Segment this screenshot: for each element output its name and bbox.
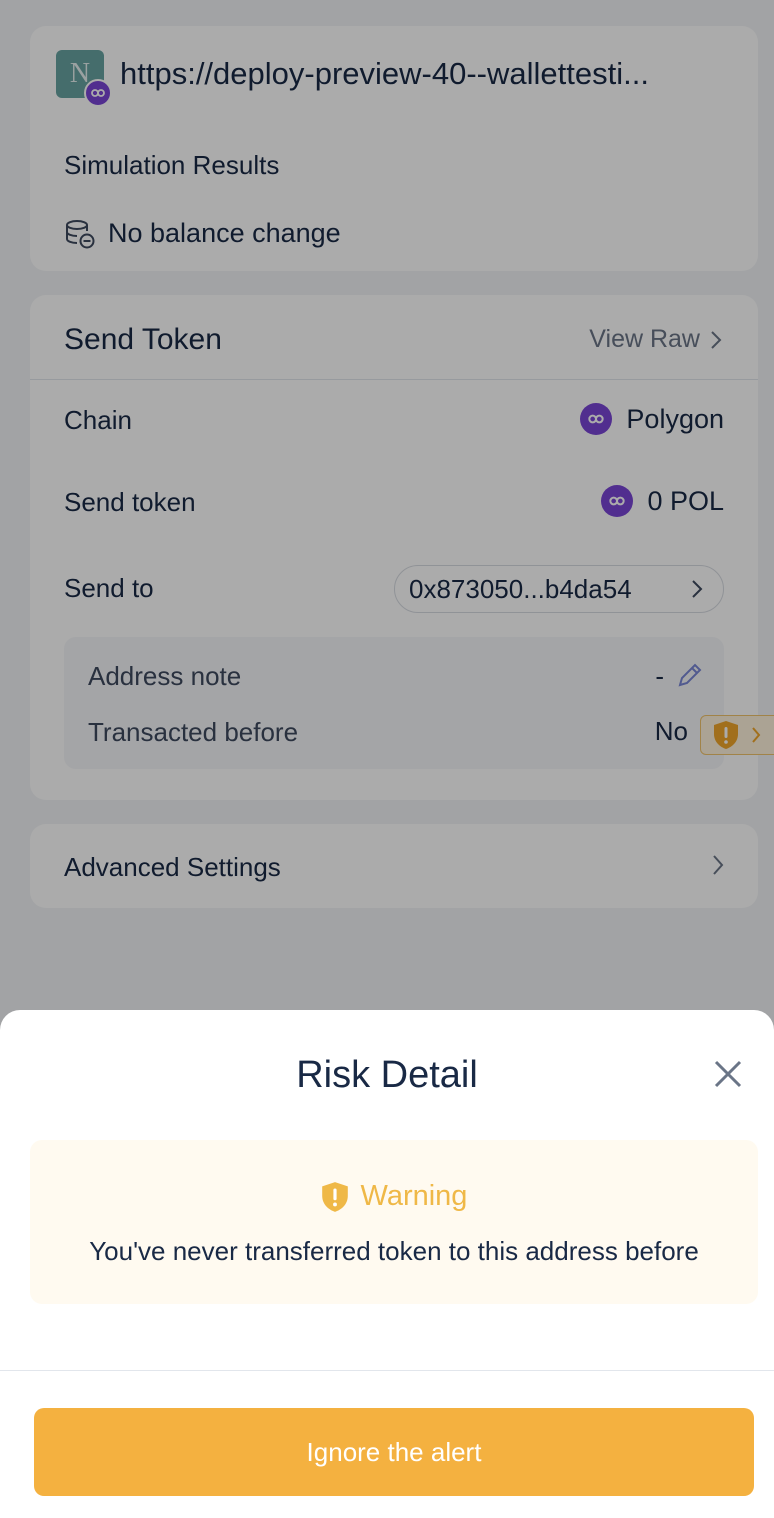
risk-detail-title: Risk Detail (296, 1054, 478, 1096)
shield-warning-icon (321, 1181, 348, 1212)
risk-detail-sheet: Risk Detail Warning You've never transfe… (0, 1010, 774, 1518)
warning-header: Warning (30, 1180, 758, 1213)
warning-message: You've never transferred token to this a… (89, 1236, 699, 1266)
ignore-alert-button[interactable]: Ignore the alert (34, 1408, 754, 1496)
warning-box: Warning You've never transferred token t… (30, 1140, 758, 1304)
close-icon (714, 1060, 742, 1088)
warning-title: Warning (360, 1180, 468, 1212)
close-button[interactable] (708, 1054, 748, 1094)
sheet-divider (0, 1370, 774, 1371)
